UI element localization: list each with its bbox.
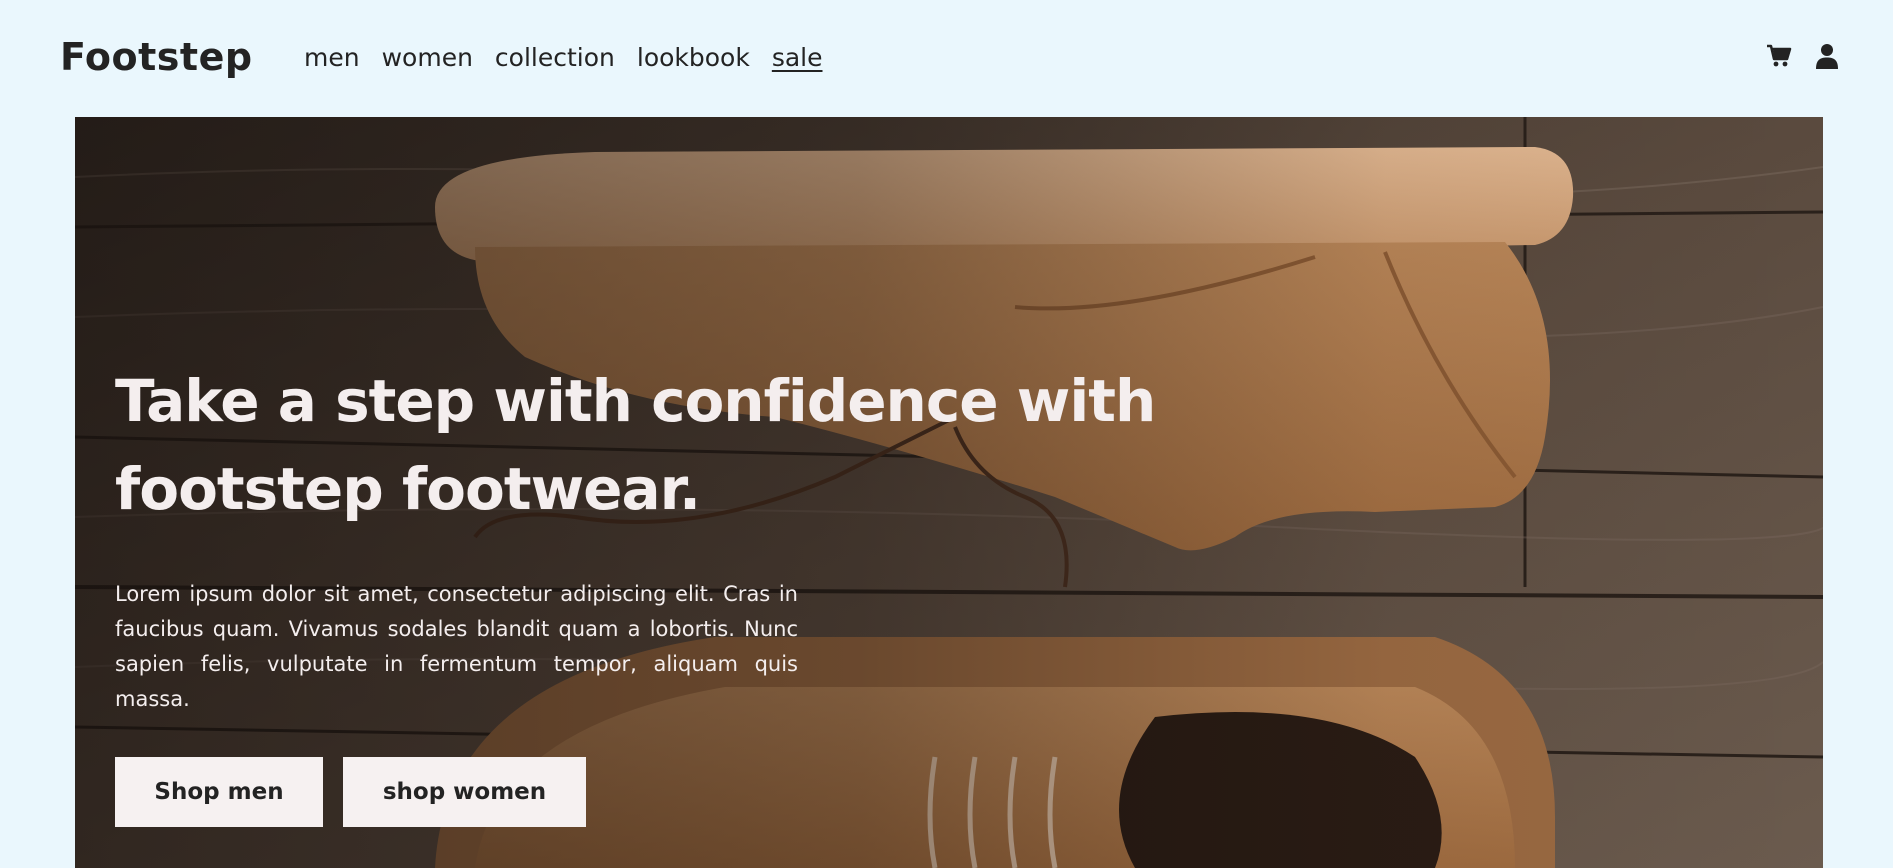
nav-link-men[interactable]: men [304, 38, 360, 78]
cart-icon[interactable] [1765, 40, 1793, 72]
hero-title: Take a step with confidence with footste… [115, 367, 1156, 523]
header-actions [1765, 40, 1841, 72]
nav-link-sale[interactable]: sale [772, 38, 823, 78]
brand-logo[interactable]: Footstep [60, 32, 253, 82]
hero-cta-group: Shop men shop women [115, 757, 586, 827]
nav-link-collection[interactable]: collection [495, 38, 615, 78]
shop-men-button[interactable]: Shop men [115, 757, 323, 827]
nav-link-women[interactable]: women [382, 38, 473, 78]
nav-link-lookbook[interactable]: lookbook [637, 38, 750, 78]
user-icon[interactable] [1813, 40, 1841, 72]
site-header: Footstep men women collection lookbook s… [0, 0, 1893, 117]
shop-women-button[interactable]: shop women [343, 757, 586, 827]
hero-banner: Take a step with confidence with footste… [75, 117, 1823, 868]
main-nav: men women collection lookbook sale [304, 38, 823, 78]
hero-description: Lorem ipsum dolor sit amet, consectetur … [115, 582, 798, 711]
